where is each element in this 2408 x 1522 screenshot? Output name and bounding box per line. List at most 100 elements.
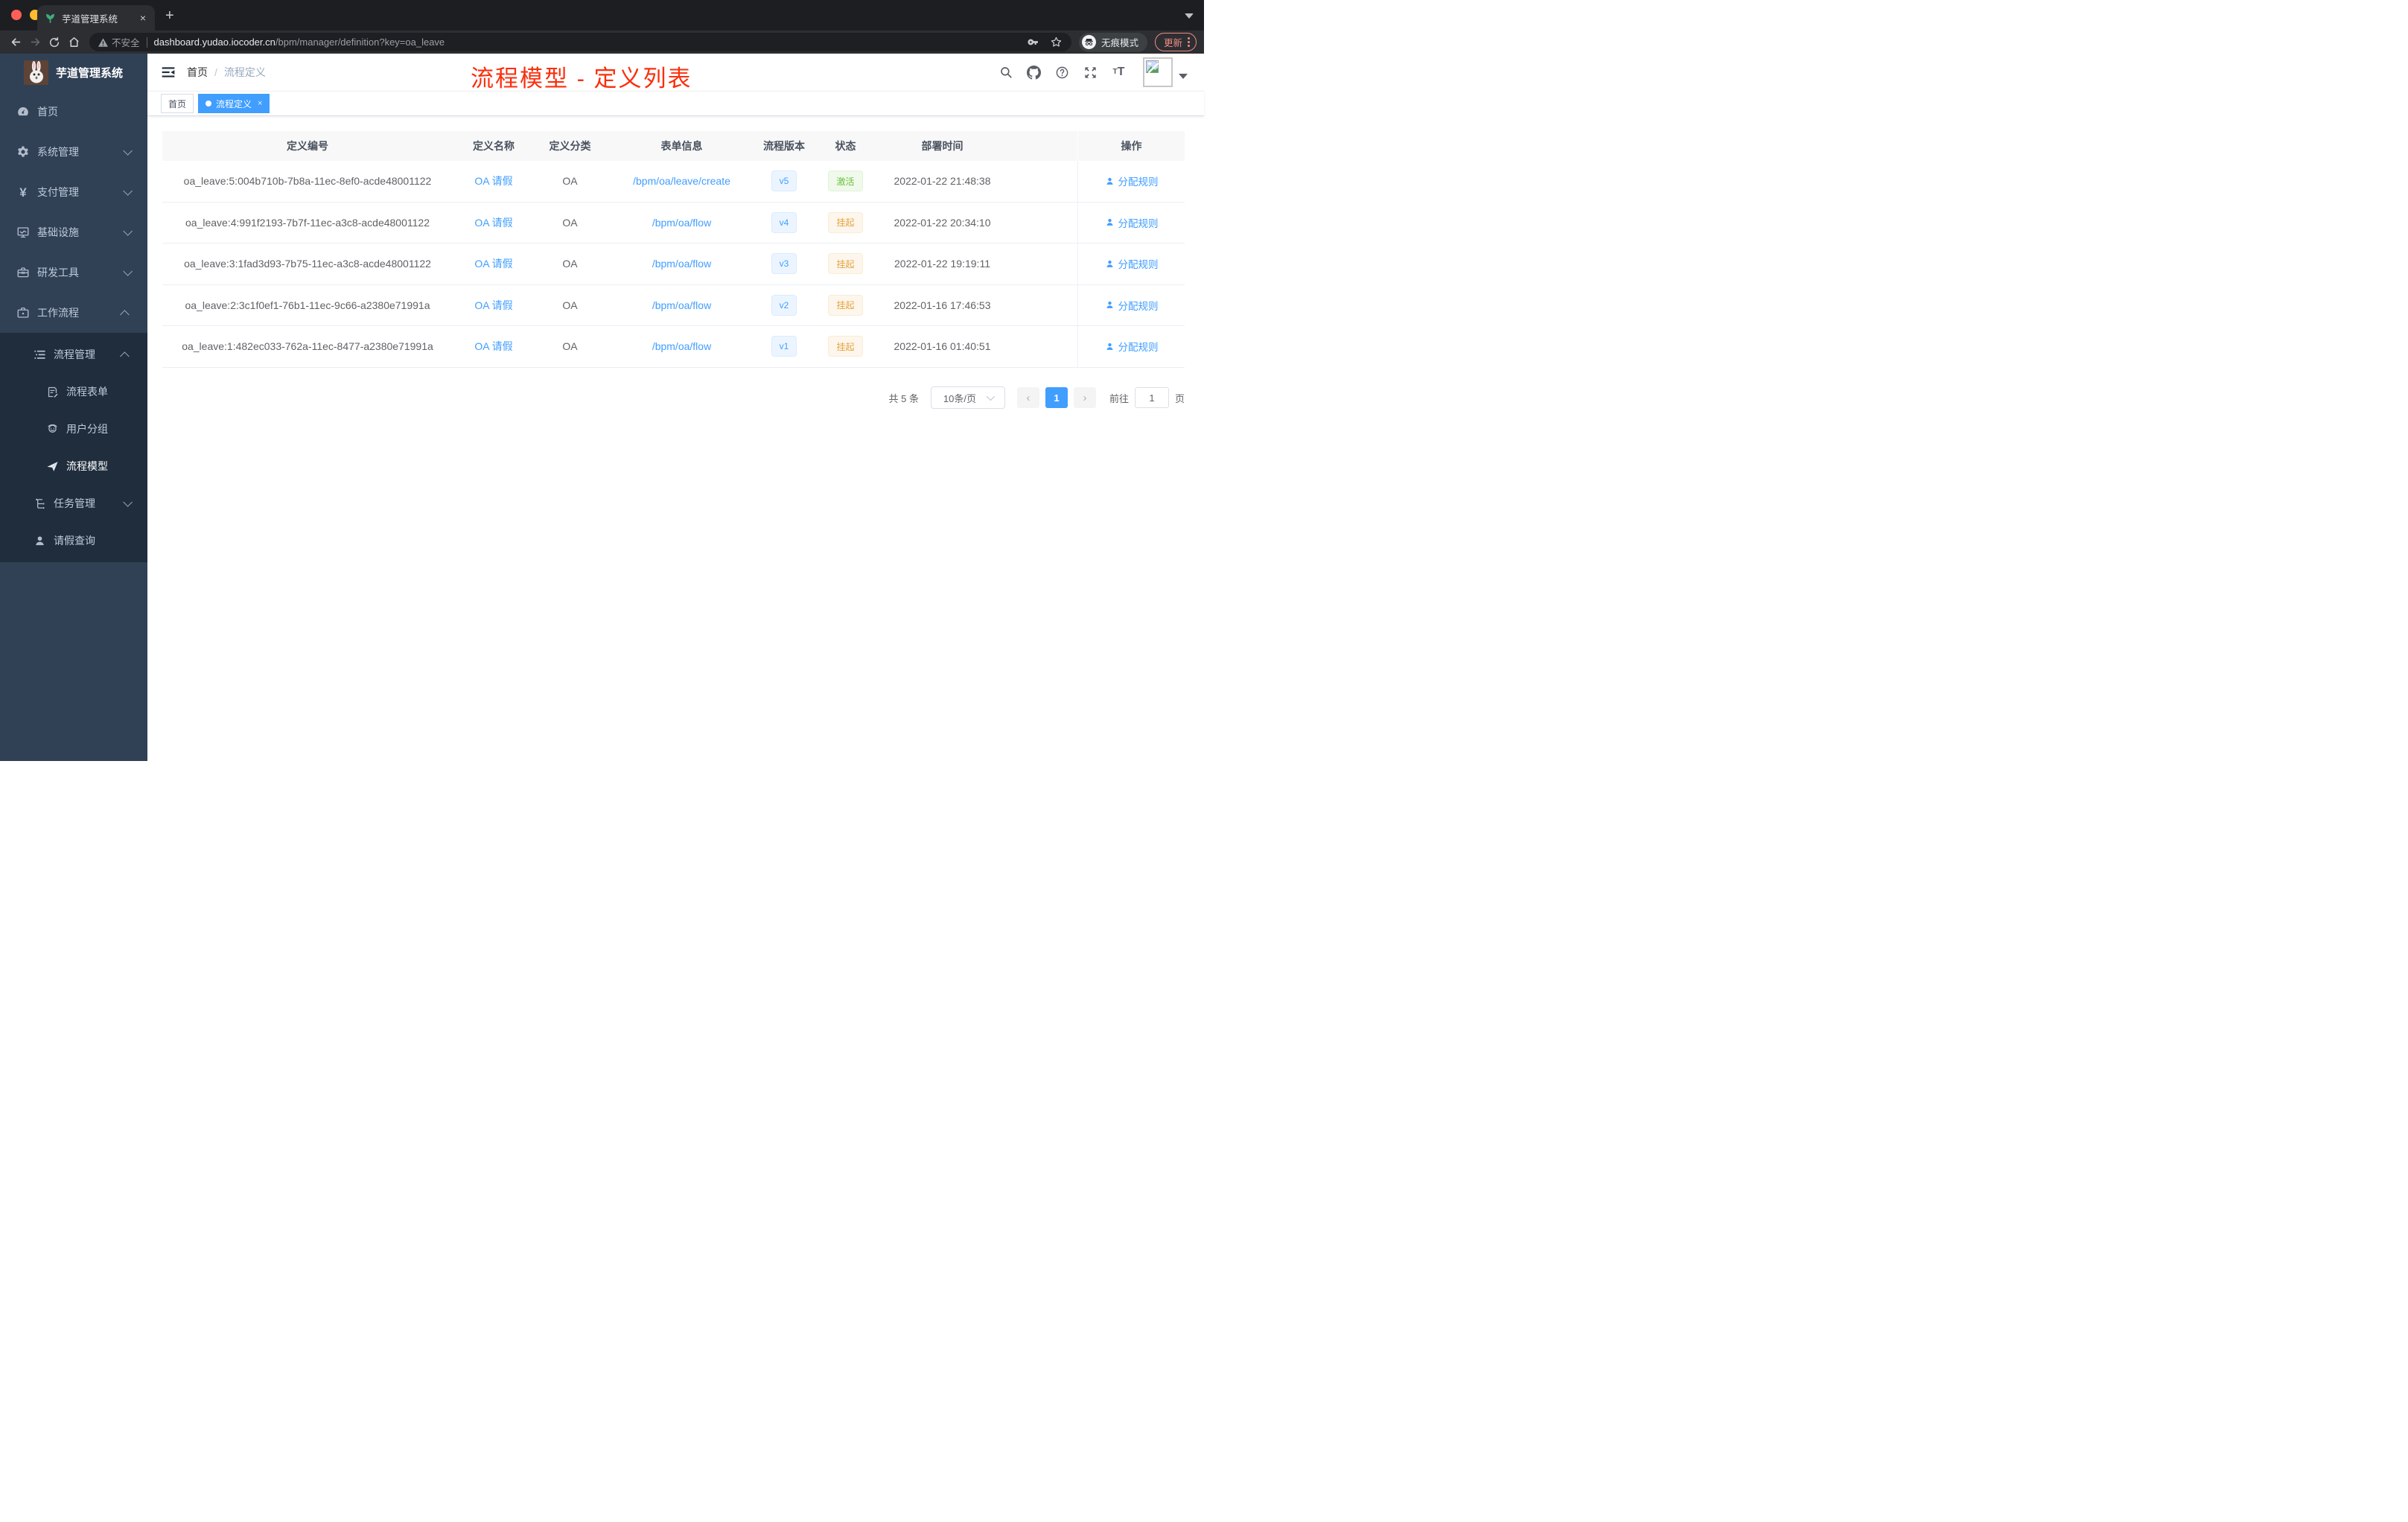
sidebar-item-task-management[interactable]: 任务管理 xyxy=(0,485,147,522)
sidebar-menu: 首页 系统管理 ¥ 支付管理 基础设施 研发工具 工作流程 流程管理 流程表单 … xyxy=(0,91,147,562)
browser-toolbar: 不安全 dashboard.yudao.iocoder.cn/bpm/manag… xyxy=(0,31,1204,54)
tag-close-icon[interactable]: × xyxy=(258,99,262,108)
reload-button[interactable] xyxy=(46,34,63,51)
current-page-button[interactable]: 1 xyxy=(1045,387,1068,408)
sidebar-item-infrastructure[interactable]: 基础设施 xyxy=(0,212,147,252)
sidebar-item-home[interactable]: 首页 xyxy=(0,92,147,132)
sidebar-item-process-form[interactable]: 流程表单 xyxy=(0,373,147,410)
definition-id: oa_leave:4:991f2193-7b7f-11ec-a3c8-acde4… xyxy=(185,216,430,229)
avatar-broken-image xyxy=(1143,57,1173,87)
deploy-time: 2022-01-16 17:46:53 xyxy=(894,299,991,311)
definition-name-link[interactable]: OA 请假 xyxy=(474,256,512,271)
monitor-icon xyxy=(16,226,30,239)
close-window-button[interactable] xyxy=(11,10,22,20)
sidebar-item-workflow[interactable]: 工作流程 xyxy=(0,293,147,333)
back-button[interactable] xyxy=(7,34,24,51)
breadcrumb-home[interactable]: 首页 xyxy=(187,65,208,80)
user-icon xyxy=(34,535,46,547)
prev-page-button[interactable]: ‹ xyxy=(1016,387,1039,408)
bookmark-star-icon[interactable] xyxy=(1050,36,1063,48)
definition-name-link[interactable]: OA 请假 xyxy=(474,173,512,188)
browser-menu-icon[interactable] xyxy=(1188,37,1190,47)
chrome-update-button[interactable]: 更新 xyxy=(1154,33,1197,51)
suitcase-icon xyxy=(16,306,30,319)
not-secure-label[interactable]: 不安全 xyxy=(98,35,140,49)
sidebar-item-process-management[interactable]: 流程管理 xyxy=(0,336,147,373)
page-suffix-label: 页 xyxy=(1174,392,1185,404)
password-key-icon[interactable] xyxy=(1027,36,1039,48)
tag-process-definition[interactable]: 流程定义 × xyxy=(198,94,270,113)
form-link[interactable]: /bpm/oa/flow xyxy=(652,299,711,311)
logo-avatar xyxy=(24,60,48,85)
tab-title: 芋道管理系统 xyxy=(62,13,118,25)
deploy-time: 2022-01-22 20:34:10 xyxy=(894,216,991,229)
people-icon xyxy=(46,423,59,436)
github-icon[interactable] xyxy=(1027,65,1041,80)
status-badge: 挂起 xyxy=(828,211,863,233)
chevron-down-icon xyxy=(123,145,133,156)
tab-close-icon[interactable]: × xyxy=(138,13,147,23)
yen-icon: ¥ xyxy=(19,185,27,200)
definition-name-link[interactable]: OA 请假 xyxy=(474,339,512,354)
status-badge: 挂起 xyxy=(828,336,863,357)
page-content: 定义编号 定义名称 定义分类 表单信息 流程版本 状态 部署时间 操作 oa_l… xyxy=(147,116,1204,761)
sidebar-item-devtools[interactable]: 研发工具 xyxy=(0,252,147,293)
assign-rule-link[interactable]: 分配规则 xyxy=(1105,298,1159,313)
address-bar[interactable]: 不安全 dashboard.yudao.iocoder.cn/bpm/manag… xyxy=(89,33,1071,51)
page-size-select[interactable]: 10条/页 xyxy=(930,386,1005,409)
definition-name-link[interactable]: OA 请假 xyxy=(474,298,512,313)
assign-rule-link[interactable]: 分配规则 xyxy=(1105,256,1159,271)
assign-rule-link[interactable]: 分配规则 xyxy=(1105,339,1159,354)
sidebar-logo[interactable]: 芋道管理系统 xyxy=(0,54,147,91)
form-link[interactable]: /bpm/oa/flow xyxy=(652,217,711,229)
form-link[interactable]: /bpm/oa/leave/create xyxy=(633,175,730,187)
font-size-icon[interactable]: TT xyxy=(1112,66,1126,80)
goto-label: 前往 xyxy=(1109,392,1129,404)
column-header: 定义编号 xyxy=(287,140,328,152)
tag-home[interactable]: 首页 xyxy=(161,94,194,113)
sidebar-item-user-group[interactable]: 用户分组 xyxy=(0,410,147,448)
user-avatar-dropdown[interactable] xyxy=(1143,57,1188,87)
goto-page-input[interactable] xyxy=(1134,387,1169,408)
tag-active-dot xyxy=(206,101,212,106)
table-row: oa_leave:2:3c1f0ef1-76b1-11ec-9c66-a2380… xyxy=(162,284,1185,326)
tab-search-caret-icon[interactable] xyxy=(1185,13,1194,19)
help-icon[interactable] xyxy=(1055,66,1069,80)
browser-tab[interactable]: 芋道管理系统 × xyxy=(37,5,155,31)
home-button[interactable] xyxy=(66,34,82,51)
sidebar-item-payment[interactable]: ¥ 支付管理 xyxy=(0,172,147,212)
sidebar-item-label: 系统管理 xyxy=(37,146,79,158)
assign-rule-link[interactable]: 分配规则 xyxy=(1105,215,1159,230)
sidebar-item-system[interactable]: 系统管理 xyxy=(0,132,147,172)
version-badge: v1 xyxy=(771,336,797,357)
chevron-down-icon xyxy=(123,497,133,507)
assign-rule-link[interactable]: 分配规则 xyxy=(1105,173,1159,188)
definition-id: oa_leave:1:482ec033-762a-11ec-8477-a2380… xyxy=(182,340,433,353)
toolbox-icon xyxy=(16,266,30,279)
definition-id: oa_leave:3:1fad3d93-7b75-11ec-a3c8-acde4… xyxy=(184,258,431,270)
sidebar-item-process-model[interactable]: 流程模型 xyxy=(0,448,147,485)
sidebar-item-leave-query[interactable]: 请假查询 xyxy=(0,522,147,559)
form-link[interactable]: /bpm/oa/flow xyxy=(652,340,711,352)
new-tab-button[interactable]: + xyxy=(165,8,174,23)
definition-table: 定义编号 定义名称 定义分类 表单信息 流程版本 状态 部署时间 操作 oa_l… xyxy=(162,131,1185,368)
sidebar-collapse-icon[interactable] xyxy=(160,65,176,80)
next-page-button[interactable]: › xyxy=(1073,387,1096,408)
column-header: 定义名称 xyxy=(473,140,515,152)
definition-name-link[interactable]: OA 请假 xyxy=(474,215,512,230)
definition-id: oa_leave:5:004b710b-7b8a-11ec-8ef0-acde4… xyxy=(183,175,432,188)
search-icon[interactable] xyxy=(998,66,1013,80)
column-header: 流程版本 xyxy=(763,140,805,152)
sidebar-item-label: 研发工具 xyxy=(37,267,79,278)
table-row: oa_leave:1:482ec033-762a-11ec-8477-a2380… xyxy=(162,326,1185,368)
table-row: oa_leave:5:004b710b-7b8a-11ec-8ef0-acde4… xyxy=(162,161,1185,203)
pagination-goto: 前往 页 xyxy=(1109,387,1185,408)
form-link[interactable]: /bpm/oa/flow xyxy=(652,258,711,270)
incognito-icon xyxy=(1081,35,1096,49)
version-badge: v2 xyxy=(771,294,797,316)
sidebar-item-label: 流程管理 xyxy=(54,348,95,360)
user-icon xyxy=(1106,260,1113,267)
forward-button[interactable] xyxy=(27,34,43,51)
fullscreen-icon[interactable] xyxy=(1083,66,1098,80)
user-icon xyxy=(1106,219,1113,226)
